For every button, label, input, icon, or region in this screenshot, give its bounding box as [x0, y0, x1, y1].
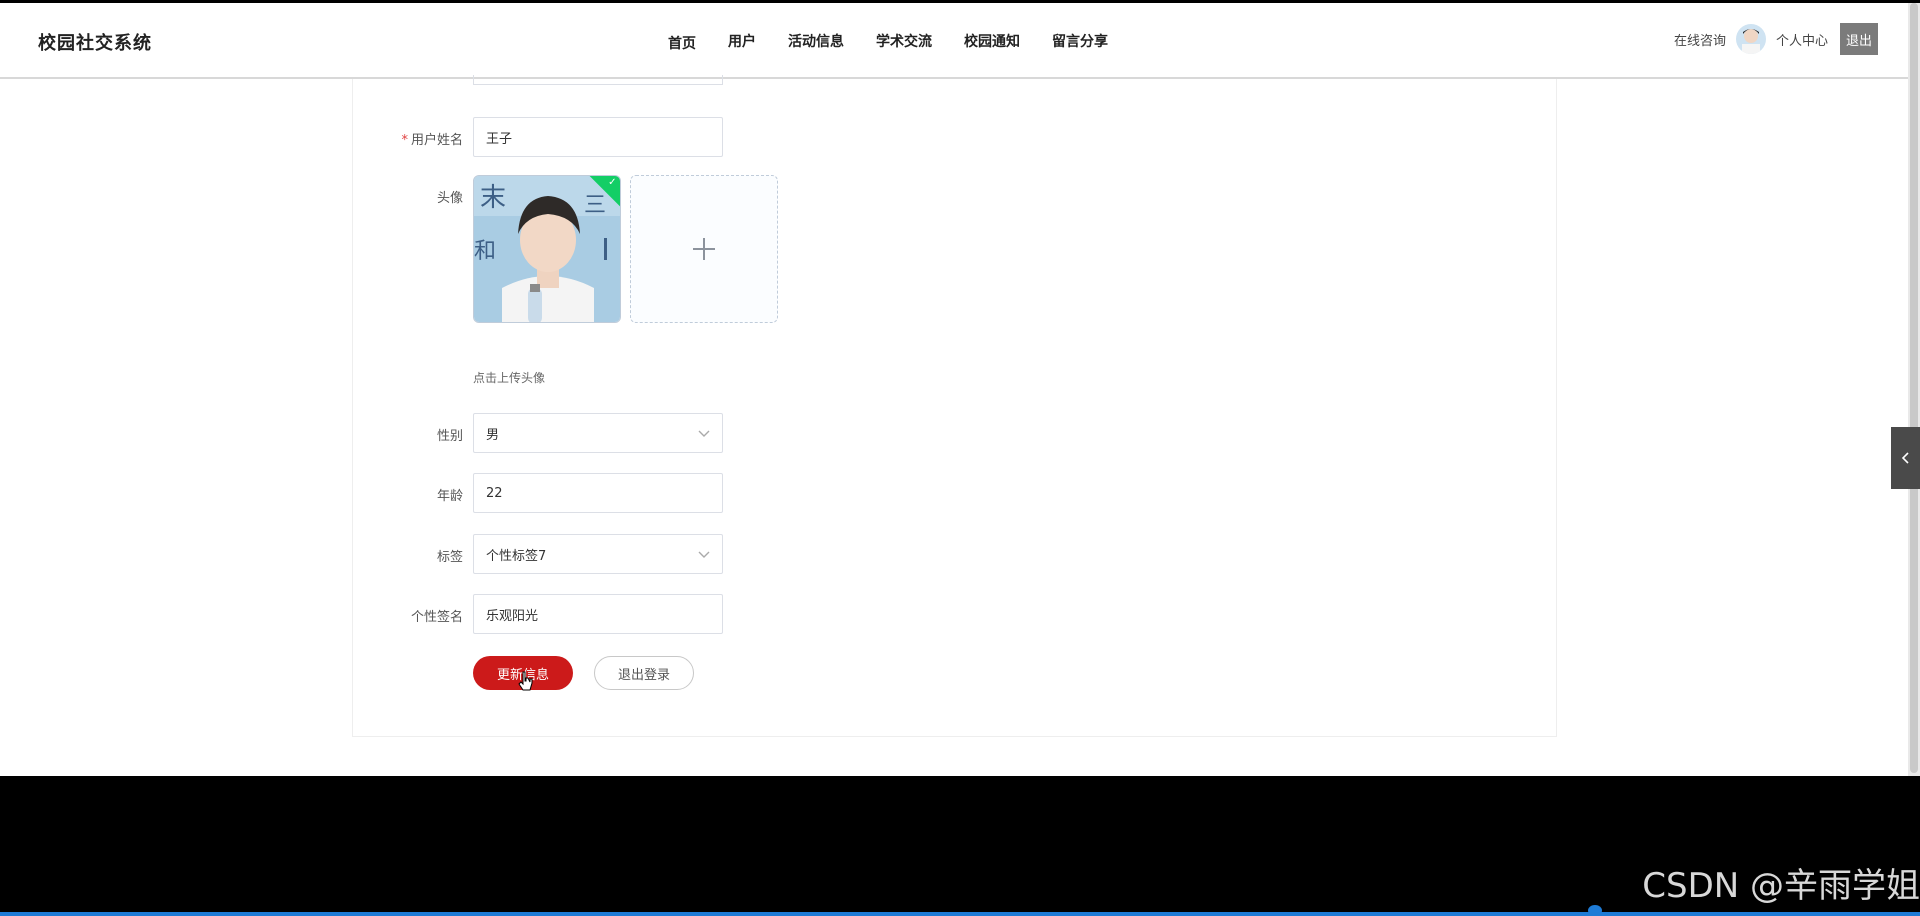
required-mark: * — [401, 133, 408, 148]
name-input[interactable]: 王子 — [473, 117, 723, 157]
nav-item-academic[interactable]: 学术交流 — [876, 31, 932, 51]
check-icon: ✓ — [608, 176, 617, 188]
logout-account-button[interactable]: 退出登录 — [594, 656, 694, 690]
avatar-label: 头像 — [436, 191, 463, 206]
name-label-text: 用户姓名 — [410, 133, 463, 148]
nav-item-users[interactable]: 用户 — [728, 31, 756, 51]
chevron-down-icon — [698, 551, 710, 558]
bottom-accent-bar — [0, 912, 1920, 916]
gender-label: 性别 — [436, 429, 463, 444]
svg-text:和: 和 — [474, 239, 496, 264]
tag-select[interactable]: 个性标签7 — [473, 534, 723, 574]
browser-viewport: 校园社交系统 首页 用户 活动信息 学术交流 校园通知 留言分享 在线咨询 个人… — [0, 3, 1908, 776]
main-nav: 首页 用户 活动信息 学术交流 校园通知 留言分享 — [668, 31, 1140, 53]
site-logo: 校园社交系统 — [38, 33, 152, 54]
plus-icon — [693, 238, 715, 260]
signature-label: 个性签名 — [410, 610, 463, 625]
gender-select-value: 男 — [486, 427, 500, 443]
avatar-upload-hint: 点击上传头像 — [473, 371, 546, 385]
watermark-text: CSDN @辛雨学姐 — [1642, 866, 1920, 906]
svg-text:三: 三 — [584, 193, 606, 218]
nav-item-home[interactable]: 首页 — [668, 33, 696, 53]
avatar-preview[interactable]: 末 三 和 ✓ — [473, 175, 621, 323]
nav-item-activities[interactable]: 活动信息 — [788, 31, 844, 51]
avatar-image-icon — [1735, 24, 1766, 54]
header-actions: 在线咨询 个人中心 退出 — [1674, 23, 1878, 55]
side-panel-toggle[interactable] — [1891, 427, 1920, 489]
previous-field-input[interactable] — [473, 75, 723, 85]
online-consult-link[interactable]: 在线咨询 — [1674, 30, 1726, 49]
gender-select[interactable]: 男 — [473, 413, 723, 453]
tag-select-value: 个性标签7 — [486, 548, 547, 564]
avatar[interactable] — [1735, 24, 1766, 54]
scrollbar-thumb[interactable] — [1910, 3, 1918, 773]
svg-text:末: 末 — [480, 183, 506, 213]
nav-item-messages[interactable]: 留言分享 — [1052, 31, 1108, 51]
chevron-down-icon — [698, 430, 710, 437]
signature-input[interactable]: 乐观阳光 — [473, 594, 723, 634]
tag-label: 标签 — [436, 550, 463, 565]
avatar-upload-button[interactable] — [630, 175, 778, 323]
site-header: 校园社交系统 首页 用户 活动信息 学术交流 校园通知 留言分享 在线咨询 个人… — [0, 3, 1908, 79]
nav-item-notices[interactable]: 校园通知 — [964, 31, 1020, 51]
name-label: * 用户姓名 — [353, 129, 463, 148]
age-input[interactable]: 22 — [473, 473, 723, 513]
personal-center-link[interactable]: 个人中心 — [1776, 30, 1828, 49]
mouse-cursor-icon — [518, 671, 533, 691]
avatar-photo-icon: 末 三 和 — [474, 176, 620, 322]
age-label: 年龄 — [436, 489, 463, 504]
logout-button[interactable]: 退出 — [1839, 23, 1878, 55]
bottom-indicator-dot — [1588, 905, 1602, 916]
profile-form-card: * 用户姓名 王子 头像 末 三 和 ✓ 点击上传头像 性别 男 年龄 22 标… — [352, 75, 1557, 737]
chevron-left-icon — [1901, 452, 1909, 464]
